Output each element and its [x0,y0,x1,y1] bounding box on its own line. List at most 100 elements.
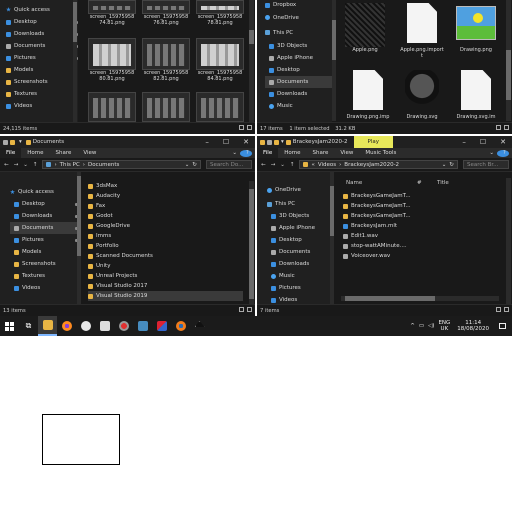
up-button[interactable]: ↑ [33,162,38,168]
taskbar-paint[interactable] [152,316,171,336]
nav-music[interactable]: Music [265,100,332,112]
refresh-icon[interactable]: ↻ [192,162,197,168]
nav-models[interactable]: Models [6,64,78,76]
nav-videos[interactable]: Videos [10,282,78,294]
nav-documents[interactable]: Documents [6,40,78,52]
address-bar[interactable]: « Videos › BrackeysJam2020-2 ⌄ ↻ [299,160,458,169]
up-button[interactable]: ↑ [290,162,295,168]
tab-home[interactable]: Home [21,150,49,156]
list-item[interactable]: BrackeysGameJamT... [343,191,498,201]
tiles-view-icon[interactable] [504,307,509,312]
minimize-button[interactable]: – [462,138,466,146]
nav-quick-access[interactable]: Quick access [10,186,78,198]
file-item-apple-png[interactable]: Apple.png [345,47,385,53]
nav-3d-objects[interactable]: 3D Objects [267,210,332,222]
file-item-drawing-svg-import[interactable]: Drawing.svg.im [453,70,499,120]
recent-dropdown-icon[interactable]: ⌄ [280,162,285,168]
list-item[interactable]: Unity [88,261,243,271]
close-button[interactable]: ✕ [243,138,249,146]
nav-downloads[interactable]: Downloads [267,258,332,270]
list-item[interactable]: Imms [88,231,243,241]
tab-share[interactable]: Share [306,150,334,156]
tray-overflow-icon[interactable]: ^ [410,323,415,329]
file-thumbnail[interactable]: screen_15975958 80.81.png [88,38,136,82]
notification-icon[interactable] [499,323,506,329]
file-thumbnail[interactable] [142,92,190,122]
nav-onedrive[interactable]: OneDrive [265,10,332,25]
forward-button[interactable]: → [14,162,19,168]
nav-models[interactable]: Models [10,246,78,258]
file-item-drawing-png[interactable]: Drawing.png [453,3,499,53]
list-item[interactable]: stop-wattAMinute.... [343,241,498,251]
nav-scrollbar[interactable] [332,0,336,121]
nav-this-pc[interactable]: This PC [265,25,332,40]
list-item[interactable]: BrackeysGameJamT... [343,201,498,211]
file-thumbnail[interactable]: screen_15975958 76.81.png [142,0,190,26]
nav-this-pc[interactable]: This PC [267,198,332,210]
expand-ribbon-icon[interactable]: ⌄ [486,150,497,156]
nav-scrollbar[interactable] [73,0,77,122]
details-view-icon[interactable] [496,125,501,130]
tiles-view-icon[interactable] [504,125,509,130]
start-button[interactable] [0,316,19,336]
column-name[interactable]: Name [341,180,417,186]
taskbar-file-explorer[interactable] [38,316,57,336]
file-icon-dark[interactable] [345,3,385,47]
search-input[interactable]: Search Do... [206,160,252,169]
list-item[interactable]: Scanned Documents [88,251,243,261]
file-item-drawing-png-import[interactable]: Drawing.png.imp [345,70,391,120]
content-scrollbar[interactable] [249,0,254,122]
list-item[interactable]: Fax [88,201,243,211]
tab-view[interactable]: View [334,150,359,156]
file-thumbnail[interactable] [88,92,136,122]
back-button[interactable]: ← [261,162,266,168]
tab-file[interactable]: File [257,148,279,158]
nav-apple-iphone[interactable]: Apple iPhone [265,52,332,64]
taskbar-record[interactable] [114,316,133,336]
address-dropdown-icon[interactable]: ⌄ [185,162,190,168]
tab-play[interactable]: Play [353,136,394,148]
file-thumbnail[interactable]: screen_15975958 74.81.png [88,0,136,26]
nav-desktop[interactable]: Desktop [265,64,332,76]
nav-desktop[interactable]: Desktop [267,234,332,246]
list-item-selected[interactable]: Visual Studio 2019 [88,291,243,301]
tab-home[interactable]: Home [278,150,306,156]
list-item[interactable]: Unreal Projects [88,271,243,281]
list-item[interactable]: Edit1.wav [343,231,498,241]
tab-file[interactable]: File [0,148,22,158]
search-input[interactable]: Search Br... [463,160,509,169]
tab-share[interactable]: Share [49,150,77,156]
nav-downloads[interactable]: Downloads [6,28,78,40]
taskbar-godot[interactable] [133,316,152,336]
list-item[interactable]: Audacity [88,191,243,201]
details-view-icon[interactable] [239,307,244,312]
network-icon[interactable]: ▭ [419,323,424,329]
nav-pictures[interactable]: Pictures [6,52,78,64]
file-item-apple-import[interactable]: Apple.png.import t [397,3,447,59]
minimize-button[interactable]: – [205,138,209,146]
nav-downloads[interactable]: Downloads [10,210,78,222]
nav-desktop[interactable]: Desktop [6,16,78,28]
nav-pictures[interactable]: Pictures [10,234,78,246]
nav-pictures[interactable]: Pictures [267,282,332,294]
maximize-button[interactable]: ☐ [223,138,229,146]
column-title[interactable]: Title [437,180,449,186]
nav-textures[interactable]: Textures [6,88,78,100]
nav-music[interactable]: Music [267,270,332,282]
language-indicator[interactable]: ENG UK [438,320,450,332]
nav-desktop[interactable]: Desktop [10,198,78,210]
task-view-button[interactable]: ⧉ [19,316,38,336]
details-view-icon[interactable] [496,307,501,312]
list-item[interactable]: BrackeysJam.mlt [343,221,498,231]
nav-screenshots[interactable]: Screenshots [10,258,78,270]
list-item[interactable]: 3dsMax [88,181,243,191]
help-icon[interactable]: ? [240,149,252,157]
nav-documents[interactable]: Documents [267,246,332,258]
tab-view[interactable]: View [77,150,102,156]
list-item[interactable]: Godot [88,211,243,221]
refresh-icon[interactable]: ↻ [449,162,454,168]
nav-onedrive[interactable]: OneDrive [267,182,332,198]
address-bar[interactable]: › This PC › Documents ⌄ ↻ [42,160,201,169]
list-item[interactable]: Portfolio [88,241,243,251]
details-view-icon[interactable] [239,125,244,130]
